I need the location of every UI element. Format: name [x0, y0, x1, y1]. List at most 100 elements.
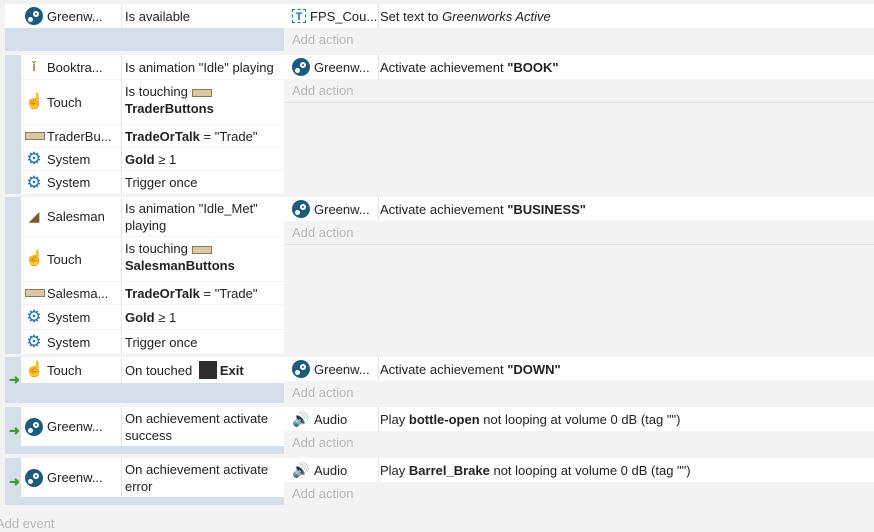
steam-icon — [25, 7, 43, 25]
plank-icon — [25, 289, 45, 297]
event-2-condition-4[interactable]: ⚙ System Gold ≥ 1 — [21, 148, 284, 170]
add-event-link[interactable]: Add event — [0, 516, 55, 531]
event-2-condition-5[interactable]: ⚙ System Trigger once — [21, 171, 284, 194]
event-3-condition-4[interactable]: ⚙ System Gold ≥ 1 — [21, 305, 284, 329]
action-text: Activate achievement "DOWN" — [380, 361, 561, 377]
action-object: Greenw... — [292, 357, 379, 381]
add-action-link[interactable]: Add action — [284, 29, 874, 51]
character-icon: ǐ — [32, 58, 36, 74]
action-text: Play Barrel_Brake not looping at volume … — [380, 462, 691, 478]
action-object: Greenw... — [292, 55, 379, 79]
action-text: Activate achievement "BUSINESS" — [380, 201, 586, 217]
divider — [284, 102, 874, 103]
event-4[interactable]: ➜ ☝ Touch On touched Exit Greenw... Activ… — [5, 357, 874, 403]
event-2-condition-2[interactable]: ☝ Touch Is touching TraderButtons — [21, 80, 284, 124]
trigger-arrow-icon: ➜ — [9, 372, 20, 387]
event-4-condition-1[interactable]: ☝ Touch On touched Exit — [21, 357, 284, 383]
gear-icon: ⚙ — [26, 307, 42, 326]
condition-object: ⚙ System — [25, 330, 122, 354]
event-1-action-1[interactable]: T FPS_Cou... Set text to Greenworks Activ… — [284, 4, 874, 28]
action-object: 🔊 Audio — [292, 458, 379, 482]
add-action-link[interactable]: Add action — [284, 382, 874, 404]
speaker-icon: 🔊 — [292, 411, 310, 427]
condition-object: ⚙ System — [25, 305, 122, 329]
add-action-link[interactable]: Add action — [284, 483, 874, 505]
steam-icon — [292, 58, 310, 76]
trigger-arrow-icon: ➜ — [9, 473, 20, 489]
condition-text: Is touching SalesmanButtons — [125, 241, 235, 273]
condition-object: ☝ Touch — [25, 237, 122, 281]
character-icon: ◢ — [28, 207, 40, 224]
condition-text: Is touching TraderButtons — [125, 84, 214, 116]
event-6-condition-1[interactable]: Greenw... On achievement activate error — [21, 458, 284, 497]
steam-icon — [25, 468, 43, 487]
condition-object: Greenw... — [25, 458, 122, 497]
condition-object: ⚙ System — [25, 148, 122, 170]
plank-icon — [191, 88, 212, 97]
text-icon: T — [292, 9, 306, 23]
trigger-arrow-icon: ➜ — [9, 422, 20, 438]
event-3-condition-1[interactable]: ◢ Salesman Is animation "Idle_Met" playin… — [21, 197, 284, 236]
condition-text: Trigger once — [125, 334, 198, 350]
action-object: 🔊 Audio — [292, 407, 379, 431]
event-2-condition-3[interactable]: TraderBu... TradeOrTalk = "Trade" — [21, 125, 284, 147]
event-5[interactable]: ➜ Greenw... On achievement activate succ… — [5, 407, 874, 454]
event-3-action-1[interactable]: Greenw... Activate achievement "BUSINESS… — [284, 197, 874, 221]
event-1-condition-1[interactable]: Greenw... Is available — [5, 4, 284, 28]
event-2-action-1[interactable]: Greenw... Activate achievement "BOOK" — [284, 55, 874, 79]
event-3-condition-5[interactable]: ⚙ System Trigger once — [21, 330, 284, 354]
condition-object: ☝ Touch — [25, 357, 122, 383]
action-object: T FPS_Cou... — [292, 4, 379, 28]
steam-icon — [292, 360, 310, 378]
event-2-margin — [5, 55, 21, 194]
steam-icon — [25, 417, 43, 436]
condition-text: Is available — [125, 8, 191, 24]
action-text: Set text to Greenworks Active — [380, 8, 551, 24]
condition-object: ⚙ System — [25, 171, 122, 194]
add-action-link[interactable]: Add action — [284, 222, 874, 244]
add-action-link[interactable]: Add action — [284, 80, 874, 102]
gear-icon: ⚙ — [26, 149, 42, 168]
event-2[interactable]: ǐ Booktra... Is animation "Idle" playing … — [5, 55, 874, 194]
condition-text: On achievement activate error — [125, 461, 269, 494]
condition-text: Is animation "Idle_Met" playing — [125, 200, 258, 233]
event-6-action-1[interactable]: 🔊 Audio Play Barrel_Brake not looping at … — [284, 458, 874, 482]
condition-object: ◢ Salesman — [25, 197, 122, 236]
steam-icon — [292, 200, 310, 218]
action-object: Greenw... — [292, 197, 379, 221]
condition-text: TradeOrTalk = "Trade" — [125, 128, 258, 144]
condition-text: Is animation "Idle" playing — [125, 59, 274, 75]
gear-icon: ⚙ — [26, 332, 42, 351]
condition-object: Greenw... — [25, 4, 122, 28]
event-3-condition-2[interactable]: ☝ Touch Is touching SalesmanButtons — [21, 237, 284, 281]
event-3-condition-3[interactable]: Salesma... TradeOrTalk = "Trade" — [21, 282, 284, 304]
exit-sprite-icon — [198, 361, 217, 379]
condition-text: Gold ≥ 1 — [125, 151, 177, 167]
event-3[interactable]: ◢ Salesman Is animation "Idle_Met" playin… — [5, 197, 874, 354]
event-5-action-1[interactable]: 🔊 Audio Play bottle-open not looping at v… — [284, 407, 874, 431]
divider — [284, 244, 874, 245]
condition-object: TraderBu... — [25, 125, 122, 147]
touch-icon: ☝ — [25, 361, 44, 378]
event-1-condition-band — [5, 28, 284, 51]
condition-text: Gold ≥ 1 — [125, 309, 177, 325]
condition-object: ☝ Touch — [25, 80, 122, 124]
condition-text: On touched Exit — [125, 361, 244, 379]
add-action-link[interactable]: Add action — [284, 432, 874, 454]
event-3-margin — [5, 197, 21, 354]
action-text: Play bottle-open not looping at volume 0… — [380, 411, 681, 427]
condition-text: Trigger once — [125, 175, 198, 190]
event-4-action-1[interactable]: Greenw... Activate achievement "DOWN" — [284, 357, 874, 381]
event-5-condition-1[interactable]: Greenw... On achievement activate succes… — [21, 407, 284, 446]
condition-object: ǐ Booktra... — [25, 55, 122, 79]
touch-icon: ☝ — [25, 93, 44, 110]
gear-icon: ⚙ — [26, 172, 42, 192]
event-1[interactable]: Greenw... Is available T FPS_Cou... Set t… — [5, 4, 874, 51]
event-6[interactable]: ➜ Greenw... On achievement activate erro… — [5, 458, 874, 505]
condition-object: Greenw... — [25, 407, 122, 446]
condition-text: TradeOrTalk = "Trade" — [125, 285, 258, 301]
plank-icon — [191, 245, 212, 254]
event-2-condition-1[interactable]: ǐ Booktra... Is animation "Idle" playing — [21, 55, 284, 79]
action-text: Activate achievement "BOOK" — [380, 59, 559, 75]
condition-object: Salesma... — [25, 282, 122, 304]
